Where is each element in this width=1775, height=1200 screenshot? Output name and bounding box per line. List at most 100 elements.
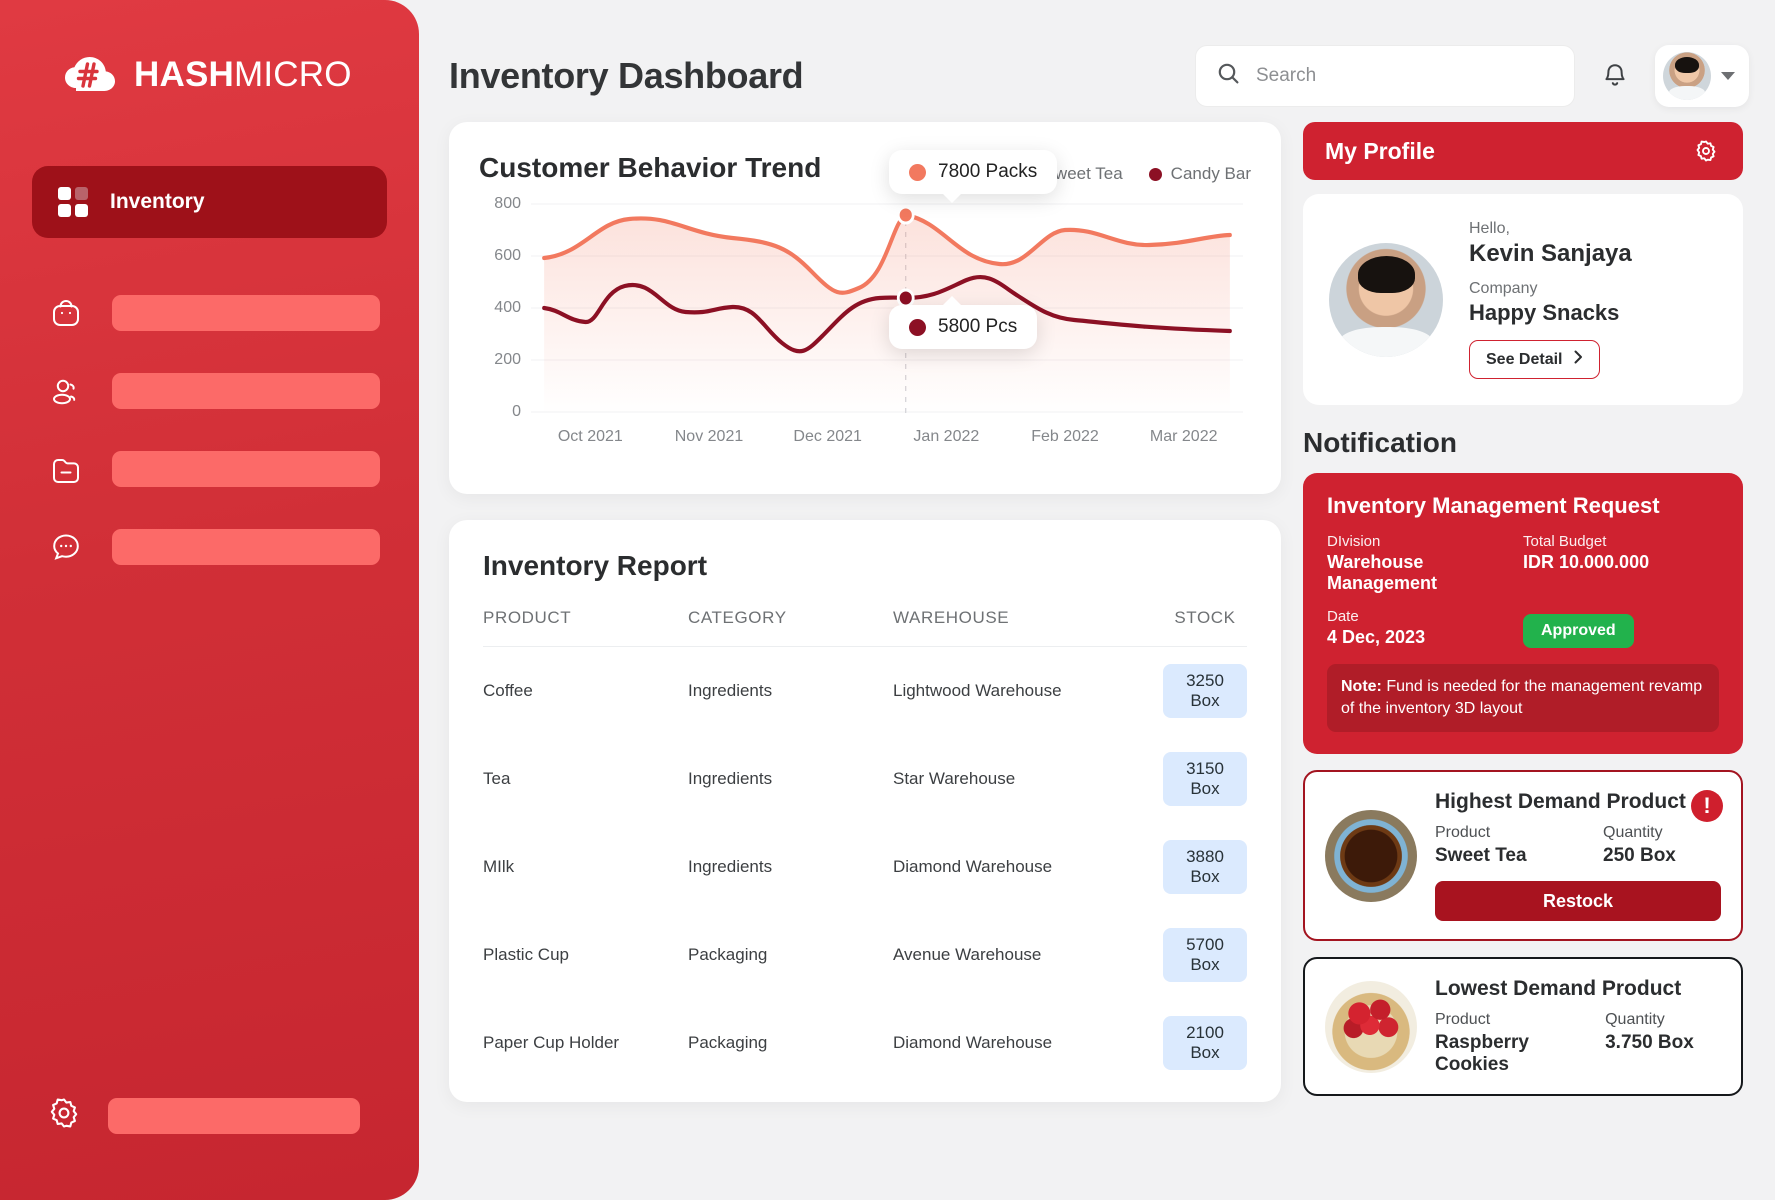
notification-card[interactable]: Inventory Management Request DIvision Wa… — [1303, 473, 1743, 755]
highest-demand-card[interactable]: Highest Demand Product Product Sweet Tea… — [1303, 770, 1743, 942]
cell-product: Plastic Cup — [483, 945, 569, 964]
table-row[interactable]: Paper Cup Holder Packaging Diamond Wareh… — [483, 999, 1247, 1087]
cell-category: Ingredients — [688, 769, 773, 788]
cell-stock: 2100 Box — [1163, 999, 1247, 1087]
sidebar-item-4[interactable] — [22, 508, 397, 586]
sidebar-item-placeholder-bar — [112, 529, 380, 565]
chat-dots-icon — [44, 525, 88, 569]
column-header-stock: STOCK — [1163, 608, 1247, 647]
profile-menu-button[interactable] — [1655, 45, 1749, 107]
date-value: 4 Dec, 2023 — [1327, 627, 1426, 647]
sidebar-item-3[interactable] — [22, 430, 397, 508]
cell-stock: 1200 Box — [1163, 1087, 1247, 1102]
cell-warehouse: Diamond Warehouse — [893, 857, 1053, 876]
division-block: DIvision Warehouse Management — [1327, 533, 1523, 594]
notification-title: Inventory Management Request — [1327, 493, 1660, 518]
legend-item-candy-bar: Candy Bar — [1148, 164, 1251, 184]
quantity-block: Quantity 250 Box — [1603, 824, 1721, 867]
chart-svg — [531, 203, 1243, 414]
cell-stock: 3150 Box — [1163, 735, 1247, 823]
sidebar-item-placeholder-bar — [112, 373, 380, 409]
product-block: Product Sweet Tea — [1435, 824, 1527, 867]
search-input[interactable]: Search — [1195, 45, 1575, 107]
profile-card: Hello, Kevin Sanjaya Company Happy Snack… — [1303, 194, 1743, 405]
cell-stock: 5700 Box — [1163, 911, 1247, 999]
cell-warehouse: Diamond Warehouse — [893, 1033, 1053, 1052]
customer-behavior-chart-card: Customer Behavior Trend Sweet Tea Candy … — [449, 122, 1281, 494]
notification-row-2: Date 4 Dec, 2023 Approved — [1327, 608, 1719, 648]
y-tick-200: 200 — [494, 350, 521, 368]
table-row[interactable]: Coffee Ingredients Lightwood Warehouse 3… — [483, 647, 1247, 736]
grid-icon — [58, 187, 88, 217]
division-label: DIvision — [1327, 533, 1381, 550]
chart-x-axis: Oct 2021 Nov 2021 Dec 2021 Jan 2022 Feb … — [531, 428, 1243, 446]
lowest-demand-card[interactable]: Lowest Demand Product Product Raspberry … — [1303, 957, 1743, 1097]
quantity-label: Quantity — [1605, 1011, 1665, 1029]
inventory-report-card: Inventory Report PRODUCT CATEGORY WAREHO… — [449, 520, 1281, 1102]
x-tick-5: Mar 2022 — [1149, 428, 1218, 445]
gear-icon[interactable] — [1691, 136, 1721, 166]
x-tick-2: Dec 2021 — [793, 428, 862, 445]
product-value: Raspberry Cookies — [1435, 1032, 1529, 1076]
see-detail-label: See Detail — [1486, 350, 1563, 368]
stock-badge: 3150 Box — [1163, 752, 1247, 806]
table-row[interactable]: Paper Bag Packaging Diamond Warehouse 12… — [483, 1087, 1247, 1102]
cell-category: Ingredients — [688, 857, 773, 876]
lowest-demand-info: Product Raspberry Cookies Quantity 3.750… — [1435, 1011, 1721, 1076]
column-header-product: PRODUCT — [483, 608, 688, 647]
brand-logo-area: HASHMICRO — [22, 0, 397, 98]
product-label: Product — [1435, 824, 1491, 842]
lowest-demand-body: Lowest Demand Product Product Raspberry … — [1435, 977, 1721, 1076]
cell-warehouse: Avenue Warehouse — [893, 945, 1042, 964]
sidebar-item-2[interactable] — [22, 352, 397, 430]
tooltip-value: 7800 Packs — [938, 161, 1038, 182]
budget-block: Total Budget IDR 10.000.000 — [1523, 533, 1719, 594]
sidebar-item-inventory[interactable]: Inventory — [32, 166, 387, 238]
search-icon — [1216, 61, 1242, 92]
quantity-value: 3.750 Box — [1605, 1032, 1694, 1054]
table-row[interactable]: MIlk Ingredients Diamond Warehouse 3880 … — [483, 823, 1247, 911]
budget-value: IDR 10.000.000 — [1523, 552, 1650, 572]
cell-product: MIlk — [483, 857, 515, 876]
raspberry-tart-photo-icon — [1325, 980, 1417, 1073]
table-row[interactable]: Tea Ingredients Star Warehouse 3150 Box — [483, 735, 1247, 823]
sidebar-item-placeholder-bar — [112, 451, 380, 487]
dashboard-root: HASHMICRO Inventory Inventory Dashboard … — [0, 0, 1775, 1200]
quantity-value: 250 Box — [1603, 845, 1676, 867]
note-text: Fund is needed for the management revamp… — [1341, 678, 1703, 718]
notification-note: Note: Fund is needed for the management … — [1327, 664, 1719, 733]
restock-button[interactable]: Restock — [1435, 881, 1721, 922]
x-tick-1: Nov 2021 — [674, 428, 744, 445]
table-row[interactable]: Plastic Cup Packaging Avenue Warehouse 5… — [483, 911, 1247, 999]
users-icon — [44, 369, 88, 413]
cell-category: Packaging — [688, 1033, 768, 1052]
page-title: Inventory Dashboard — [449, 55, 804, 96]
date-block: Date 4 Dec, 2023 — [1327, 608, 1523, 648]
tea-cup-photo-icon — [1325, 809, 1417, 902]
topbar: Inventory Dashboard Search — [449, 30, 1749, 122]
see-detail-button[interactable]: See Detail — [1469, 340, 1601, 379]
tooltip-dot-icon — [909, 163, 926, 181]
profile-avatar — [1329, 242, 1443, 357]
search-placeholder: Search — [1256, 65, 1317, 86]
profile-name: Kevin Sanjaya — [1469, 240, 1632, 267]
my-profile-header: My Profile — [1303, 122, 1743, 180]
tooltip-dot-icon — [909, 318, 926, 336]
notification-section-title: Notification — [1303, 427, 1457, 458]
tooltip-value: 5800 Pcs — [938, 316, 1018, 337]
sidebar-item-1[interactable] — [22, 274, 397, 352]
chart-tooltip-sweet-tea: 7800 Packs — [889, 150, 1058, 203]
cell-category: Ingredients — [688, 681, 773, 700]
sidebar-item-settings[interactable] — [22, 1093, 360, 1138]
gear-icon — [44, 1093, 84, 1138]
topbar-actions: Search — [1195, 45, 1749, 107]
chart-title: Customer Behavior Trend — [479, 152, 822, 183]
bell-icon[interactable] — [1595, 56, 1635, 96]
y-tick-600: 600 — [494, 246, 521, 264]
stock-badge: 2100 Box — [1163, 1016, 1247, 1070]
cell-stock: 3250 Box — [1163, 647, 1247, 736]
chart-tooltip-candy-bar: 5800 Pcs — [889, 296, 1038, 349]
legend-dot-icon — [1148, 167, 1162, 181]
company-label: Company — [1469, 280, 1538, 297]
budget-label: Total Budget — [1523, 533, 1607, 550]
